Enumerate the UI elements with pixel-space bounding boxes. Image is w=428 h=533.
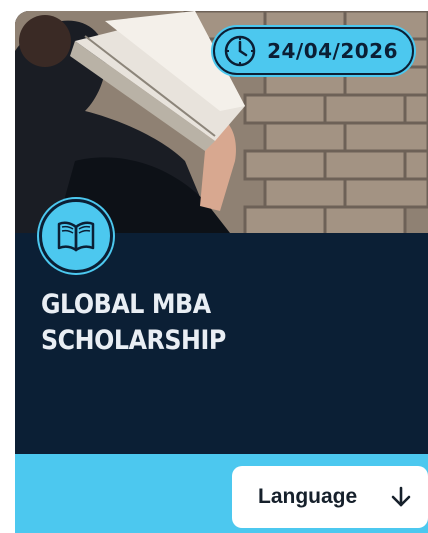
- language-button-label: Language: [258, 485, 358, 508]
- card-footer: Language: [15, 454, 428, 533]
- title-line-1: GLOBAL MBA: [41, 289, 211, 320]
- category-badge: [39, 199, 113, 273]
- scholarship-title: GLOBAL MBA SCHOLARSHIP: [41, 287, 331, 359]
- arrow-down-icon: [391, 486, 411, 507]
- open-book-icon: [57, 221, 95, 252]
- clock-icon: [224, 35, 256, 67]
- language-button[interactable]: Language: [232, 466, 428, 528]
- deadline-date: 24/04/2026: [267, 39, 398, 63]
- title-line-2: SCHOLARSHIP: [41, 325, 226, 356]
- date-badge: 24/04/2026: [213, 27, 414, 75]
- scholarship-card[interactable]: 24/04/2026 GLOBAL MBA SCHOLARSHIP Langua…: [15, 11, 428, 533]
